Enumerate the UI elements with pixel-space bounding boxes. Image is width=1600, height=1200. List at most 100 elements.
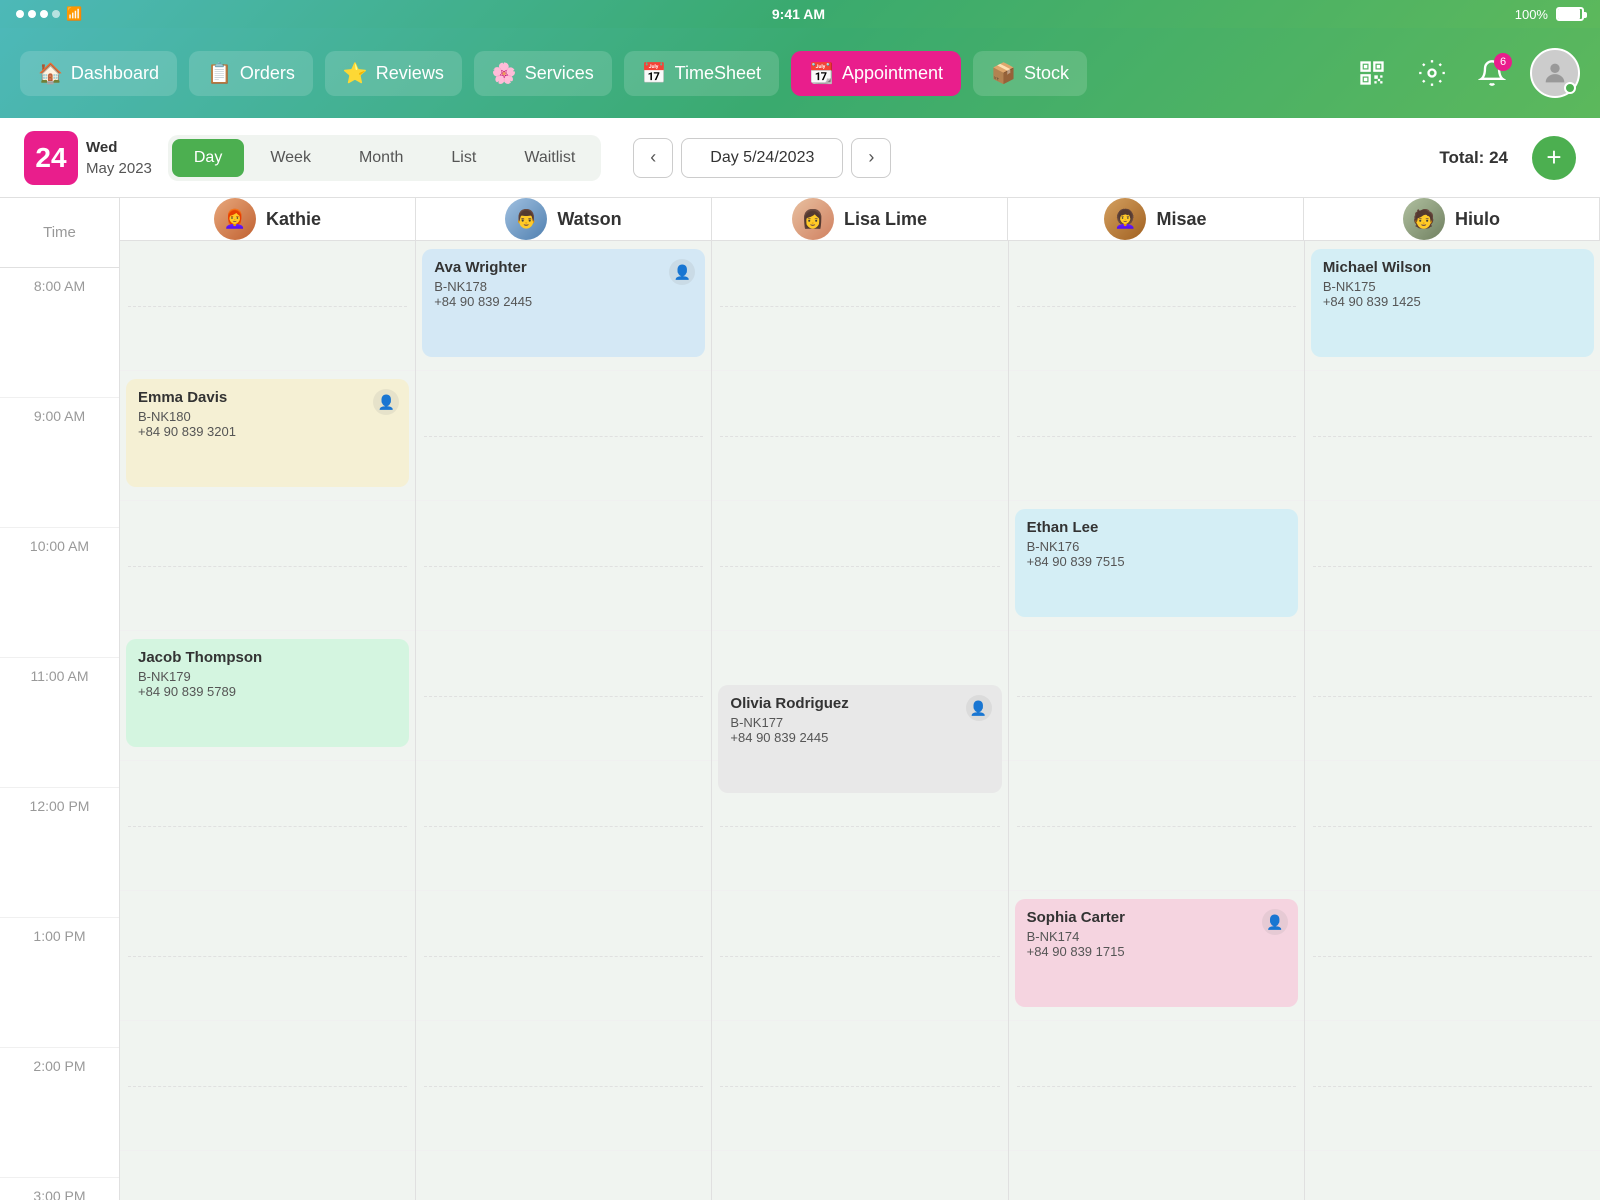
appt-name: Emma Davis (138, 389, 397, 406)
appt-olivia-rodriguez[interactable]: Olivia Rodriguez B-NK177 +84 90 839 2445… (718, 685, 1001, 793)
appt-name: Ava Wrighter (434, 259, 693, 276)
watson-row-7 (416, 1151, 711, 1200)
orders-icon: 📋 (207, 61, 232, 86)
appt-code: B-NK176 (1027, 539, 1286, 554)
appt-sophia-carter[interactable]: Sophia Carter B-NK174 +84 90 839 1715 👤 (1015, 899, 1298, 1007)
misae-row-3 (1009, 631, 1304, 761)
total-label: Total: 24 (1439, 148, 1508, 168)
status-left: 📶 (16, 6, 82, 22)
user-avatar-button[interactable] (1530, 48, 1580, 98)
appt-person-icon: 👤 (966, 695, 992, 721)
lisa-row-3: Olivia Rodriguez B-NK177 +84 90 839 2445… (712, 631, 1007, 761)
appt-code: B-NK177 (730, 715, 989, 730)
appt-jacob-thompson[interactable]: Jacob Thompson B-NK179 +84 90 839 5789 (126, 639, 409, 747)
nav-stock-label: Stock (1024, 63, 1069, 84)
services-icon: 🌸 (492, 61, 517, 86)
appt-code: B-NK175 (1323, 279, 1582, 294)
staff-header-lisa: 👩 Lisa Lime (712, 198, 1008, 240)
nav-orders[interactable]: 📋 Orders (189, 51, 313, 96)
appt-phone: +84 90 839 3201 (138, 424, 397, 439)
nav-reviews[interactable]: ⭐ Reviews (325, 51, 462, 96)
staff-name-misae: Misae (1156, 209, 1206, 230)
appt-phone: +84 90 839 1425 (1323, 294, 1582, 309)
appt-phone: +84 90 839 7515 (1027, 554, 1286, 569)
staff-header-row: 👩‍🦰 Kathie 👨 Watson 👩 Lisa Lime 👩‍🦱 Misa… (120, 198, 1600, 241)
time-slot-800: 8:00 AM (0, 268, 119, 398)
add-appointment-button[interactable]: + (1532, 136, 1576, 180)
notifications-button[interactable]: 6 (1470, 51, 1514, 95)
nav-reviews-label: Reviews (376, 63, 444, 84)
kathie-row-5 (120, 891, 415, 1021)
staff-header-hiu: 🧑 Hiulo (1304, 198, 1600, 240)
lisa-row-7 (712, 1151, 1007, 1200)
staff-name-lisa: Lisa Lime (844, 209, 927, 230)
time-column: Time 8:00 AM 9:00 AM 10:00 AM 11:00 AM 1… (0, 198, 120, 1200)
time-slot-1500: 3:00 PM (0, 1178, 119, 1200)
staff-column-lisa: Olivia Rodriguez B-NK177 +84 90 839 2445… (712, 241, 1008, 1200)
battery-icon (1556, 7, 1584, 21)
watson-row-5 (416, 891, 711, 1021)
appt-emma-davis[interactable]: Emma Davis B-NK180 +84 90 839 3201 👤 (126, 379, 409, 487)
watson-row-0: Ava Wrighter B-NK178 +84 90 839 2445 👤 (416, 241, 711, 371)
signal-dots (16, 10, 60, 18)
wifi-icon: 📶 (66, 6, 82, 22)
misae-row-6 (1009, 1021, 1304, 1151)
lisa-row-6 (712, 1021, 1007, 1151)
view-tab-month[interactable]: Month (337, 139, 425, 177)
kathie-row-2 (120, 501, 415, 631)
kathie-row-4 (120, 761, 415, 891)
nav-services[interactable]: 🌸 Services (474, 51, 612, 96)
appt-code: B-NK174 (1027, 929, 1286, 944)
appt-phone: +84 90 839 2445 (434, 294, 693, 309)
prev-day-button[interactable]: ‹ (633, 138, 673, 178)
status-right: 100% (1515, 7, 1584, 22)
staff-column-misae: Ethan Lee B-NK176 +84 90 839 7515 Sophia… (1009, 241, 1305, 1200)
appt-michael-wilson[interactable]: Michael Wilson B-NK175 +84 90 839 1425 (1311, 249, 1594, 357)
appt-ava-wrighter[interactable]: Ava Wrighter B-NK178 +84 90 839 2445 👤 (422, 249, 705, 357)
watson-row-2 (416, 501, 711, 631)
time-label: Time (0, 198, 119, 267)
lisa-row-2 (712, 501, 1007, 631)
view-tab-list[interactable]: List (429, 139, 498, 177)
avatar-hiu: 🧑 (1403, 198, 1445, 240)
nav-appointment-label: Appointment (842, 63, 943, 84)
appt-ethan-lee[interactable]: Ethan Lee B-NK176 +84 90 839 7515 (1015, 509, 1298, 617)
kathie-row-0 (120, 241, 415, 371)
settings-button[interactable] (1410, 51, 1454, 95)
nav-stock[interactable]: 📦 Stock (973, 51, 1087, 96)
appt-phone: +84 90 839 2445 (730, 730, 989, 745)
nav-timesheet-label: TimeSheet (675, 63, 761, 84)
view-tab-waitlist[interactable]: Waitlist (502, 139, 597, 177)
staff-name-kathie: Kathie (266, 209, 321, 230)
view-tab-week[interactable]: Week (248, 139, 333, 177)
nav-dashboard[interactable]: 🏠 Dashboard (20, 51, 177, 96)
kathie-row-6 (120, 1021, 415, 1151)
staff-name-hiu: Hiulo (1455, 209, 1500, 230)
status-time: 9:41 AM (772, 6, 825, 22)
staff-header-misae: 👩‍🦱 Misae (1008, 198, 1304, 240)
nav-services-label: Services (525, 63, 594, 84)
lisa-row-5 (712, 891, 1007, 1021)
misae-row-1 (1009, 371, 1304, 501)
qr-button[interactable] (1350, 51, 1394, 95)
notification-badge: 6 (1494, 53, 1512, 71)
hiu-row-3 (1305, 631, 1600, 761)
appt-name: Sophia Carter (1027, 909, 1286, 926)
time-slot-900: 9:00 AM (0, 398, 119, 528)
battery-percent: 100% (1515, 7, 1548, 22)
next-day-button[interactable]: › (851, 138, 891, 178)
staff-name-watson: Watson (557, 209, 621, 230)
watson-row-4 (416, 761, 711, 891)
time-slot-1400: 2:00 PM (0, 1048, 119, 1178)
stock-icon: 📦 (991, 61, 1016, 86)
nav-timesheet[interactable]: 📅 TimeSheet (624, 51, 779, 96)
appt-name: Olivia Rodriguez (730, 695, 989, 712)
date-dow: Wed (86, 137, 152, 158)
time-header: Time (0, 198, 119, 268)
lisa-row-1 (712, 371, 1007, 501)
view-tab-day[interactable]: Day (172, 139, 244, 177)
nav-appointment[interactable]: 📆 Appointment (791, 51, 961, 96)
hiu-row-7 (1305, 1151, 1600, 1200)
appt-phone: +84 90 839 5789 (138, 684, 397, 699)
date-number: 24 (24, 131, 78, 185)
